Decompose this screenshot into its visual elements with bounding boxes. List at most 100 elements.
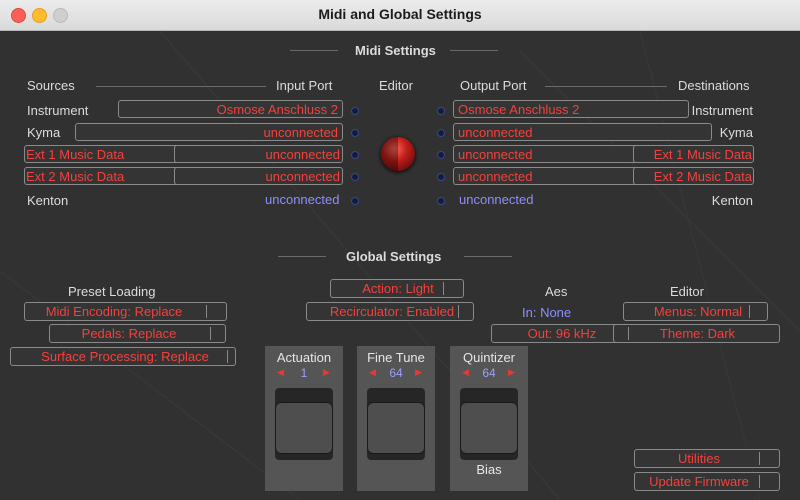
output-port-value: unconnected	[458, 147, 533, 162]
midi-encoding-button[interactable]: Midi Encoding: Replace	[24, 302, 227, 321]
input-port-header: Input Port	[276, 78, 333, 93]
midi-rule-left	[290, 50, 338, 51]
title-bar: Midi and Global Settings	[0, 0, 800, 31]
destination-label-kenton: Kenton	[711, 193, 753, 208]
output-port-header: Output Port	[460, 78, 527, 93]
menus-button[interactable]: Menus: Normal	[623, 302, 768, 321]
quintizer-title: Quintizer	[462, 350, 516, 365]
decrement-arrow-icon[interactable]: ◀	[369, 367, 376, 378]
output-port-value-kenton[interactable]: unconnected	[459, 192, 533, 207]
output-connector-dot[interactable]	[437, 151, 445, 159]
fine-tune-control: Fine Tune ◀ 64 ▶	[357, 346, 435, 491]
update-firmware-label: Update Firmware	[649, 474, 749, 489]
global-rule-right	[464, 256, 512, 257]
source-value: Ext 1 Music Data	[26, 147, 125, 162]
utilities-button[interactable]: Utilities	[634, 449, 780, 468]
button-divider	[759, 475, 760, 488]
increment-arrow-icon[interactable]: ▶	[323, 367, 330, 378]
button-divider	[227, 350, 228, 363]
actuation-slider-thumb[interactable]	[275, 402, 333, 454]
quintizer-control: Quintizer ◀ 64 ▶ Bias	[450, 346, 528, 491]
output-connector-dot[interactable]	[437, 197, 445, 205]
action-value: Action: Light	[362, 281, 434, 296]
input-port-field-ext2[interactable]: unconnected	[174, 167, 343, 185]
sources-header: Sources	[27, 78, 75, 93]
midi-settings-title: Midi Settings	[355, 43, 436, 58]
output-port-value: unconnected	[458, 169, 533, 184]
increment-arrow-icon[interactable]: ▶	[508, 367, 515, 378]
input-port-value-kenton[interactable]: unconnected	[265, 192, 339, 207]
output-connector-dot[interactable]	[437, 107, 445, 115]
midi-rule-right	[450, 50, 498, 51]
button-divider	[759, 452, 760, 465]
theme-button[interactable]: Theme: Dark	[613, 324, 780, 343]
global-rule-left	[278, 256, 326, 257]
fine-tune-value: 64	[389, 366, 403, 380]
destination-field-ext2[interactable]: Ext 2 Music Data	[633, 167, 754, 185]
preset-loading-label: Preset Loading	[68, 284, 156, 299]
button-divider	[443, 282, 444, 295]
button-divider	[749, 305, 750, 318]
quintizer-value: 64	[482, 366, 496, 380]
output-port-value: unconnected	[458, 125, 533, 140]
destinations-rule	[545, 86, 667, 87]
button-divider	[210, 327, 211, 340]
destination-value: Ext 2 Music Data	[653, 169, 752, 184]
decrement-arrow-icon[interactable]: ◀	[462, 367, 469, 378]
recirculator-button[interactable]: Recirculator: Enabled	[306, 302, 474, 321]
utilities-label: Utilities	[678, 451, 720, 466]
input-connector-dot[interactable]	[351, 151, 359, 159]
fine-tune-slider-thumb[interactable]	[367, 402, 425, 454]
theme-value: Theme: Dark	[659, 326, 736, 341]
input-connector-dot[interactable]	[351, 129, 359, 137]
aes-out-value: Out: 96 kHz	[527, 326, 597, 341]
aes-out-button[interactable]: Out: 96 kHz	[491, 324, 628, 343]
input-connector-dot[interactable]	[351, 107, 359, 115]
quintizer-footer: Bias	[476, 462, 502, 477]
input-port-field-ext1[interactable]: unconnected	[174, 145, 343, 163]
actuation-title: Actuation	[276, 350, 332, 365]
editor-header: Editor	[379, 78, 413, 93]
pedals-button[interactable]: Pedals: Replace	[49, 324, 226, 343]
input-port-value: unconnected	[265, 169, 340, 184]
editor-label: Editor	[670, 284, 704, 299]
input-connector-dot[interactable]	[351, 173, 359, 181]
aes-in-value[interactable]: In: None	[522, 305, 571, 320]
input-port-value: unconnected	[265, 147, 340, 162]
input-port-value: unconnected	[263, 125, 338, 140]
output-port-value: Osmose Anschluss 2	[458, 102, 580, 117]
quintizer-slider-thumb[interactable]	[460, 402, 518, 454]
output-connector-dot[interactable]	[437, 129, 445, 137]
source-label-kenton: Kenton	[27, 193, 69, 208]
source-field-ext1[interactable]: Ext 1 Music Data	[24, 145, 195, 163]
destinations-header: Destinations	[678, 78, 750, 93]
source-label-instrument: Instrument	[27, 103, 89, 118]
surface-processing-button[interactable]: Surface Processing: Replace	[10, 347, 236, 366]
output-connector-dot[interactable]	[437, 173, 445, 181]
input-port-field-kyma[interactable]: unconnected	[75, 123, 343, 141]
decrement-arrow-icon[interactable]: ◀	[277, 367, 284, 378]
input-port-field-instrument[interactable]: Osmose Anschluss 2	[118, 100, 343, 118]
output-port-field-ext1[interactable]: unconnected	[453, 145, 644, 163]
update-firmware-button[interactable]: Update Firmware	[634, 472, 780, 491]
increment-arrow-icon[interactable]: ▶	[415, 367, 422, 378]
output-port-field-instrument[interactable]: Osmose Anschluss 2	[453, 100, 689, 118]
destination-value: Ext 1 Music Data	[653, 147, 752, 162]
input-connector-dot[interactable]	[351, 197, 359, 205]
output-port-field-kyma[interactable]: unconnected	[453, 123, 712, 141]
window-title: Midi and Global Settings	[318, 6, 482, 22]
settings-panel: Midi Settings Sources Input Port Editor …	[0, 31, 800, 500]
fine-tune-title: Fine Tune	[367, 350, 425, 365]
pedals-value: Pedals: Replace	[81, 326, 177, 341]
destination-label-kyma: Kyma	[719, 125, 753, 140]
source-value: Ext 2 Music Data	[26, 169, 125, 184]
button-divider	[458, 305, 459, 318]
actuation-value: 1	[300, 366, 308, 380]
surface-processing-value: Surface Processing: Replace	[41, 349, 209, 364]
actuation-control: Actuation ◀ 1 ▶	[265, 346, 343, 491]
source-label-kyma: Kyma	[27, 125, 61, 140]
action-button[interactable]: Action: Light	[330, 279, 464, 298]
destination-field-ext1[interactable]: Ext 1 Music Data	[633, 145, 754, 163]
sources-rule	[96, 86, 266, 87]
output-port-field-ext2[interactable]: unconnected	[453, 167, 644, 185]
